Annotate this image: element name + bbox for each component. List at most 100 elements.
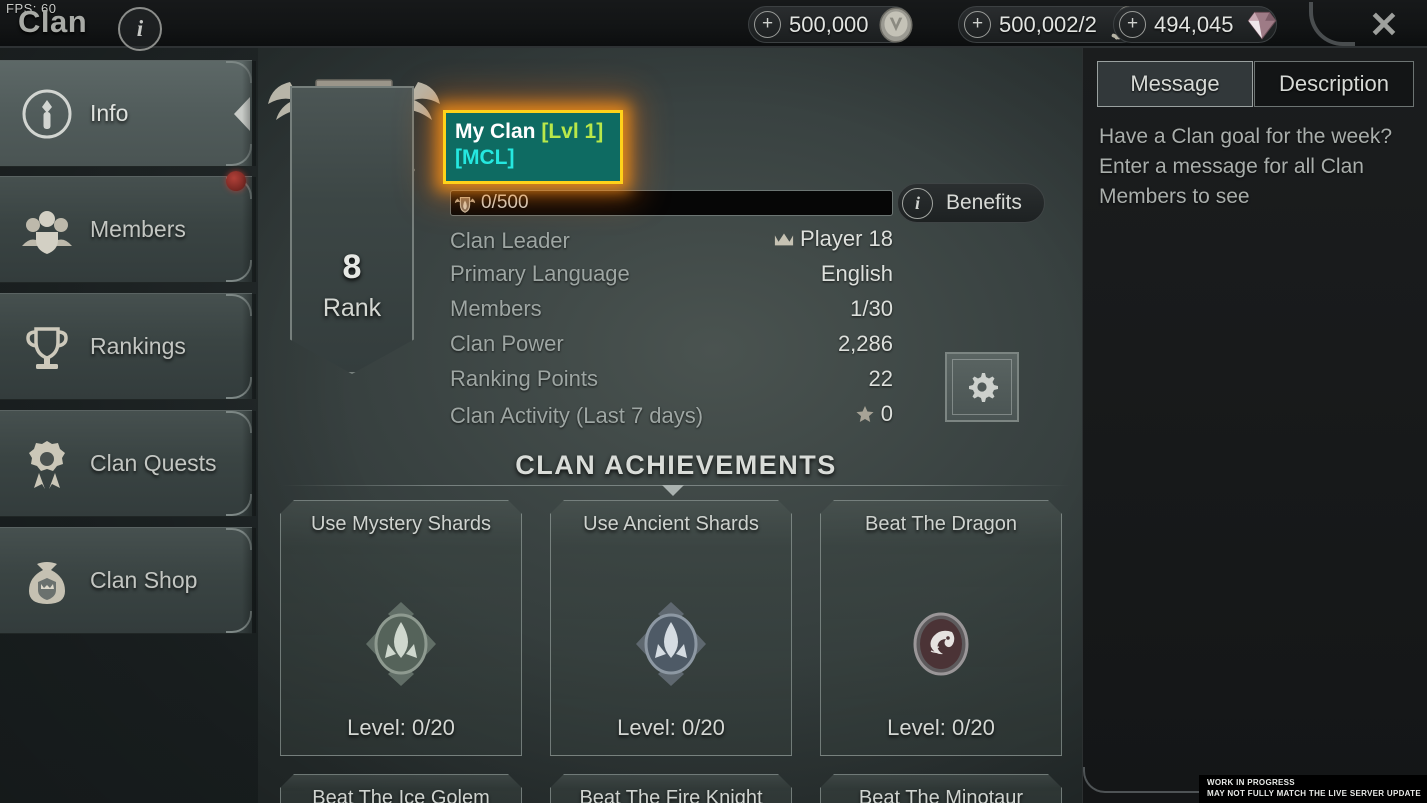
stat-label: Clan Activity (Last 7 days) bbox=[450, 403, 704, 428]
silver-amount: 500,000 bbox=[789, 11, 869, 37]
header-corner-ornament bbox=[1309, 2, 1355, 46]
achievement-card[interactable]: Use Ancient Shards Level: 0/20 bbox=[550, 500, 792, 756]
gear-icon bbox=[969, 373, 998, 402]
ancient-shard-medal bbox=[636, 602, 706, 686]
watermark-line-1: WORK IN PROGRESS bbox=[1207, 778, 1295, 788]
clan-tag: [MCL] bbox=[455, 145, 515, 169]
clan-info-help-icon[interactable]: i bbox=[118, 7, 162, 51]
stat-row-primary-language: Primary Language English bbox=[450, 261, 893, 296]
key-amount: 500,002/2 bbox=[999, 11, 1097, 37]
nav-corner-bottom bbox=[226, 611, 252, 633]
add-key-button[interactable]: + bbox=[964, 11, 991, 38]
stat-value: 1/30 bbox=[850, 296, 893, 321]
achievement-card[interactable]: Use Mystery Shards Level: 0/20 bbox=[280, 500, 522, 756]
mystery-shard-medal bbox=[366, 602, 436, 686]
clan-rank-flag bbox=[290, 86, 414, 374]
stat-value: English bbox=[820, 261, 893, 286]
stat-row-clan-leader: Clan Leader Player 18 bbox=[450, 226, 893, 261]
sidebar-item-label: Members bbox=[90, 216, 186, 242]
clan-activity-value: 0 bbox=[880, 401, 893, 426]
panel-corner-ornament bbox=[1083, 767, 1109, 793]
sidebar-item-label: Clan Quests bbox=[90, 450, 217, 476]
nav-corner-top bbox=[226, 528, 252, 550]
stat-row-members: Members 1/30 bbox=[450, 296, 893, 331]
stat-value: 0 bbox=[855, 401, 893, 427]
achievement-card[interactable]: Beat The Fire Knight bbox=[550, 774, 792, 803]
watermark-line-2: MAY NOT FULLY MATCH THE LIVE SERVER UPDA… bbox=[1207, 788, 1421, 798]
stat-label: Members bbox=[450, 296, 542, 321]
gem-amount: 494,045 bbox=[1154, 11, 1234, 37]
clan-sidebar-nav: Info Members Rankings Clan Quests Clan S… bbox=[0, 48, 258, 803]
achievement-card[interactable]: Beat The Minotaur bbox=[820, 774, 1062, 803]
nav-corner-bottom bbox=[226, 377, 252, 399]
clan-xp-text: 0/500 bbox=[481, 192, 529, 213]
tab-message[interactable]: Message bbox=[1097, 61, 1253, 107]
add-gem-button[interactable]: + bbox=[1119, 11, 1146, 38]
achievement-name: Use Ancient Shards bbox=[583, 513, 759, 535]
benefits-button[interactable]: i Benefits bbox=[897, 183, 1045, 223]
currency-silver[interactable]: + 500,000 bbox=[748, 6, 913, 43]
achievement-name: Beat The Minotaur bbox=[858, 787, 1024, 803]
info-circle-icon bbox=[12, 87, 82, 141]
stat-label: Clan Power bbox=[450, 331, 564, 356]
clan-emblem-small-icon bbox=[454, 196, 476, 213]
work-in-progress-watermark: WORK IN PROGRESS MAY NOT FULLY MATCH THE… bbox=[1199, 775, 1427, 803]
stat-value: 22 bbox=[868, 366, 893, 391]
sidebar-item-rankings[interactable]: Rankings bbox=[0, 293, 256, 400]
achievement-card[interactable]: Beat The Dragon Level: 0/20 bbox=[820, 500, 1062, 756]
stat-value: 2,286 bbox=[837, 331, 893, 356]
nav-corner-top bbox=[226, 294, 252, 316]
achievement-card[interactable]: Beat The Ice Golem bbox=[280, 774, 522, 803]
clan-rank-label: Rank bbox=[322, 294, 382, 322]
members-notification-badge bbox=[226, 171, 246, 191]
clan-message-placeholder[interactable]: Have a Clan goal for the week? Enter a m… bbox=[1099, 122, 1409, 211]
stat-label: Clan Leader bbox=[450, 228, 570, 253]
clan-achievements-title: CLAN ACHIEVEMENTS bbox=[515, 450, 837, 480]
chevron-down-icon[interactable] bbox=[662, 485, 684, 496]
clan-name-plate[interactable]: My Clan [Lvl 1] [MCL] bbox=[443, 110, 623, 184]
stat-label: Ranking Points bbox=[450, 366, 598, 391]
clan-stats-list: Clan Leader Player 18 Primary Language E… bbox=[450, 226, 893, 436]
clan-screen-body: Info Members Rankings Clan Quests Clan S… bbox=[0, 48, 1427, 803]
tab-description[interactable]: Description bbox=[1254, 61, 1414, 107]
achievement-name: Use Mystery Shards bbox=[310, 513, 492, 535]
currency-gem[interactable]: + 494,045 bbox=[1113, 6, 1277, 43]
clan-rank-number: 8 bbox=[342, 248, 362, 286]
stat-row-clan-power: Clan Power 2,286 bbox=[450, 331, 893, 366]
clan-xp-bar: 0/500 bbox=[450, 190, 893, 216]
nav-corner-bottom bbox=[226, 260, 252, 282]
silver-coin-icon bbox=[878, 6, 913, 43]
sidebar-item-clan-quests[interactable]: Clan Quests bbox=[0, 410, 256, 517]
achievement-level: Level: 0/20 bbox=[617, 715, 725, 740]
page-title: Clan bbox=[18, 4, 88, 39]
gem-icon bbox=[1247, 11, 1276, 40]
star-icon bbox=[856, 405, 874, 423]
rosette-icon bbox=[12, 437, 82, 491]
achievement-name: Beat The Ice Golem bbox=[312, 787, 490, 803]
trophy-icon bbox=[12, 321, 82, 373]
sidebar-item-clan-shop[interactable]: Clan Shop bbox=[0, 527, 256, 634]
sidebar-item-label: Rankings bbox=[90, 333, 186, 359]
stat-row-ranking-points: Ranking Points 22 bbox=[450, 366, 893, 401]
nav-corner-top bbox=[226, 61, 252, 83]
sidebar-item-members[interactable]: Members bbox=[0, 171, 256, 283]
stat-value: Player 18 bbox=[774, 226, 893, 252]
nav-corner-top bbox=[226, 411, 252, 433]
achievement-level: Level: 0/20 bbox=[347, 715, 455, 740]
clan-settings-button[interactable] bbox=[945, 352, 1019, 422]
benefits-label: Benefits bbox=[946, 191, 1022, 214]
nav-corner-bottom bbox=[226, 144, 252, 166]
achievement-level: Level: 0/20 bbox=[887, 715, 995, 740]
members-icon bbox=[12, 206, 82, 254]
add-silver-button[interactable]: + bbox=[754, 11, 781, 38]
clan-level: [Lvl 1] bbox=[541, 120, 604, 143]
stat-label: Primary Language bbox=[450, 261, 630, 286]
sidebar-item-label: Clan Shop bbox=[90, 567, 198, 593]
sidebar-item-info[interactable]: Info bbox=[0, 60, 256, 167]
active-nav-pointer bbox=[234, 96, 250, 131]
close-button[interactable]: ✕ bbox=[1363, 4, 1405, 46]
sidebar-item-label: Info bbox=[90, 100, 129, 126]
stat-row-clan-activity: Clan Activity (Last 7 days) 0 bbox=[450, 401, 893, 436]
achievement-name: Beat The Dragon bbox=[865, 513, 1017, 535]
top-header-bar: FPS: 60 Clan i + 500,000 + 500,002/2 + 4… bbox=[0, 0, 1427, 51]
